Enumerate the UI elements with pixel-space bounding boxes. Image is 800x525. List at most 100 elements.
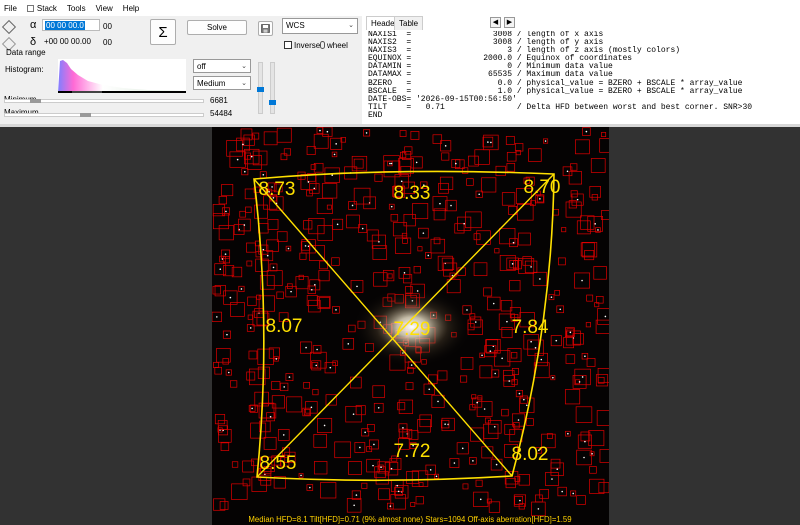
- star-dot: [519, 499, 521, 502]
- star-dot: [390, 162, 393, 165]
- star-dot: [487, 141, 489, 143]
- star-dot: [244, 170, 246, 173]
- menu-help[interactable]: Help: [123, 4, 139, 13]
- star-dot: [287, 247, 290, 250]
- star-dot: [225, 210, 227, 213]
- star-dot: [427, 254, 430, 257]
- star-dot: [400, 180, 403, 183]
- star-dot: [390, 205, 393, 208]
- star-dot: [389, 505, 392, 507]
- star-dot: [396, 484, 399, 487]
- hfd-label: 8.33: [394, 183, 431, 204]
- ra-input[interactable]: 00 00 00.0: [42, 19, 100, 31]
- hfd-label: 8.02: [512, 444, 549, 465]
- maximum-slider[interactable]: [4, 113, 204, 117]
- star-dot: [282, 434, 285, 436]
- star-dot: [583, 456, 585, 459]
- inverse-checkbox[interactable]: [284, 41, 292, 49]
- star-dot: [377, 406, 380, 409]
- fits-header-text[interactable]: NAXIS1 = 3008 / length of x axis NAXIS2 =…: [368, 31, 798, 123]
- star-dot: [578, 381, 581, 383]
- hfd-label: 8.07: [266, 316, 303, 337]
- star-dot: [555, 339, 558, 342]
- star-dot: [569, 331, 572, 334]
- star-dot: [364, 431, 366, 434]
- star-dot: [490, 141, 492, 144]
- dec-suffix: 00: [103, 38, 112, 47]
- floppy-icon: [261, 24, 270, 33]
- minimum-slider-thumb[interactable]: [30, 99, 42, 103]
- hfd-label: 8.55: [260, 453, 297, 474]
- maximum-slider-thumb[interactable]: [79, 113, 91, 117]
- star-dot: [355, 494, 358, 496]
- star-field-image[interactable]: 8.73 8.33 8.70 8.07 7.29 7.84 8.55 7.72 8.02 Med…: [212, 127, 609, 525]
- menu-file[interactable]: File: [4, 4, 17, 13]
- star-dot: [219, 268, 222, 271]
- sigma-icon: Σ: [158, 23, 168, 41]
- star-dot: [518, 392, 521, 395]
- toolbar: α δ 00 00 00.0 +00 00 00.00 00 00 Σ Solv…: [0, 16, 362, 124]
- stack-button[interactable]: Σ: [150, 19, 176, 45]
- star-dot: [356, 285, 358, 288]
- star-dot: [359, 446, 361, 449]
- wheel-label: wheel: [327, 41, 348, 50]
- triangle-left-icon[interactable]: ◀: [490, 17, 501, 28]
- tab-table[interactable]: Table: [394, 16, 424, 30]
- star-dot: [455, 162, 457, 165]
- image-viewport[interactable]: 8.73 8.33 8.70 8.07 7.29 7.84 8.55 7.72 8.02 Med…: [0, 127, 800, 525]
- star-dot: [288, 376, 291, 378]
- menu-bar: File Stack Tools View Help: [0, 0, 800, 16]
- star-dot: [310, 406, 313, 409]
- histogram-mode-select[interactable]: off ⌄: [193, 59, 251, 73]
- star-dot: [307, 181, 310, 183]
- star-dot: [534, 346, 537, 349]
- save-button[interactable]: [258, 21, 273, 36]
- menu-tools[interactable]: Tools: [67, 4, 86, 13]
- star-dot: [372, 464, 374, 467]
- star-dot: [594, 223, 596, 225]
- star-dot: [591, 452, 593, 455]
- star-dot: [472, 460, 474, 462]
- fits-header-panel: Header Table ◀ ▶ NAXIS1 = 3008 / length …: [362, 16, 800, 124]
- maximum-value: 54484: [210, 109, 233, 118]
- star-dot: [501, 357, 503, 360]
- star-dot: [584, 355, 586, 357]
- chevron-down-icon: ⌄: [348, 22, 354, 29]
- star-dot: [347, 343, 350, 345]
- star-dot: [240, 288, 243, 290]
- star-dot: [266, 254, 269, 257]
- star-dot: [483, 408, 486, 410]
- star-dot: [544, 140, 547, 142]
- chevron-down-icon: ⌄: [241, 63, 247, 70]
- dec-input[interactable]: +00 00 00.00: [42, 36, 100, 48]
- stack-menu-icon: [26, 4, 34, 12]
- diamond-icon[interactable]: [1, 19, 17, 35]
- delta-label: δ: [30, 36, 37, 48]
- star-dot: [336, 223, 339, 226]
- hfd-label: 7.29: [394, 319, 431, 340]
- triangle-right-icon[interactable]: ▶: [504, 17, 515, 28]
- star-dot: [476, 401, 479, 404]
- star-dot: [275, 358, 278, 360]
- menu-view[interactable]: View: [96, 4, 113, 13]
- star-dot: [523, 398, 525, 401]
- star-dot: [242, 143, 244, 146]
- header-line: END: [368, 110, 383, 120]
- status-line: Median HFD=8.1 Tilt[HFD]=0.71 (9% almost…: [248, 515, 571, 524]
- star-dot: [269, 415, 272, 418]
- gamma-slider[interactable]: [270, 62, 275, 114]
- speed-select[interactable]: Medium ⌄: [193, 76, 251, 90]
- star-dot: [262, 248, 265, 251]
- menu-stack[interactable]: Stack: [26, 4, 57, 13]
- star-dot: [551, 478, 553, 480]
- gamma-slider-thumb[interactable]: [269, 100, 276, 105]
- star-dot: [539, 278, 541, 280]
- wcs-select[interactable]: WCS ⌄: [282, 18, 358, 34]
- saturation-slider-thumb[interactable]: [257, 87, 264, 92]
- star-dot: [597, 229, 599, 231]
- hfd-label: 8.70: [524, 177, 561, 198]
- star-dot: [530, 266, 532, 268]
- star-dot: [397, 490, 400, 493]
- star-dot: [584, 440, 586, 443]
- solve-button[interactable]: Solve: [187, 20, 247, 35]
